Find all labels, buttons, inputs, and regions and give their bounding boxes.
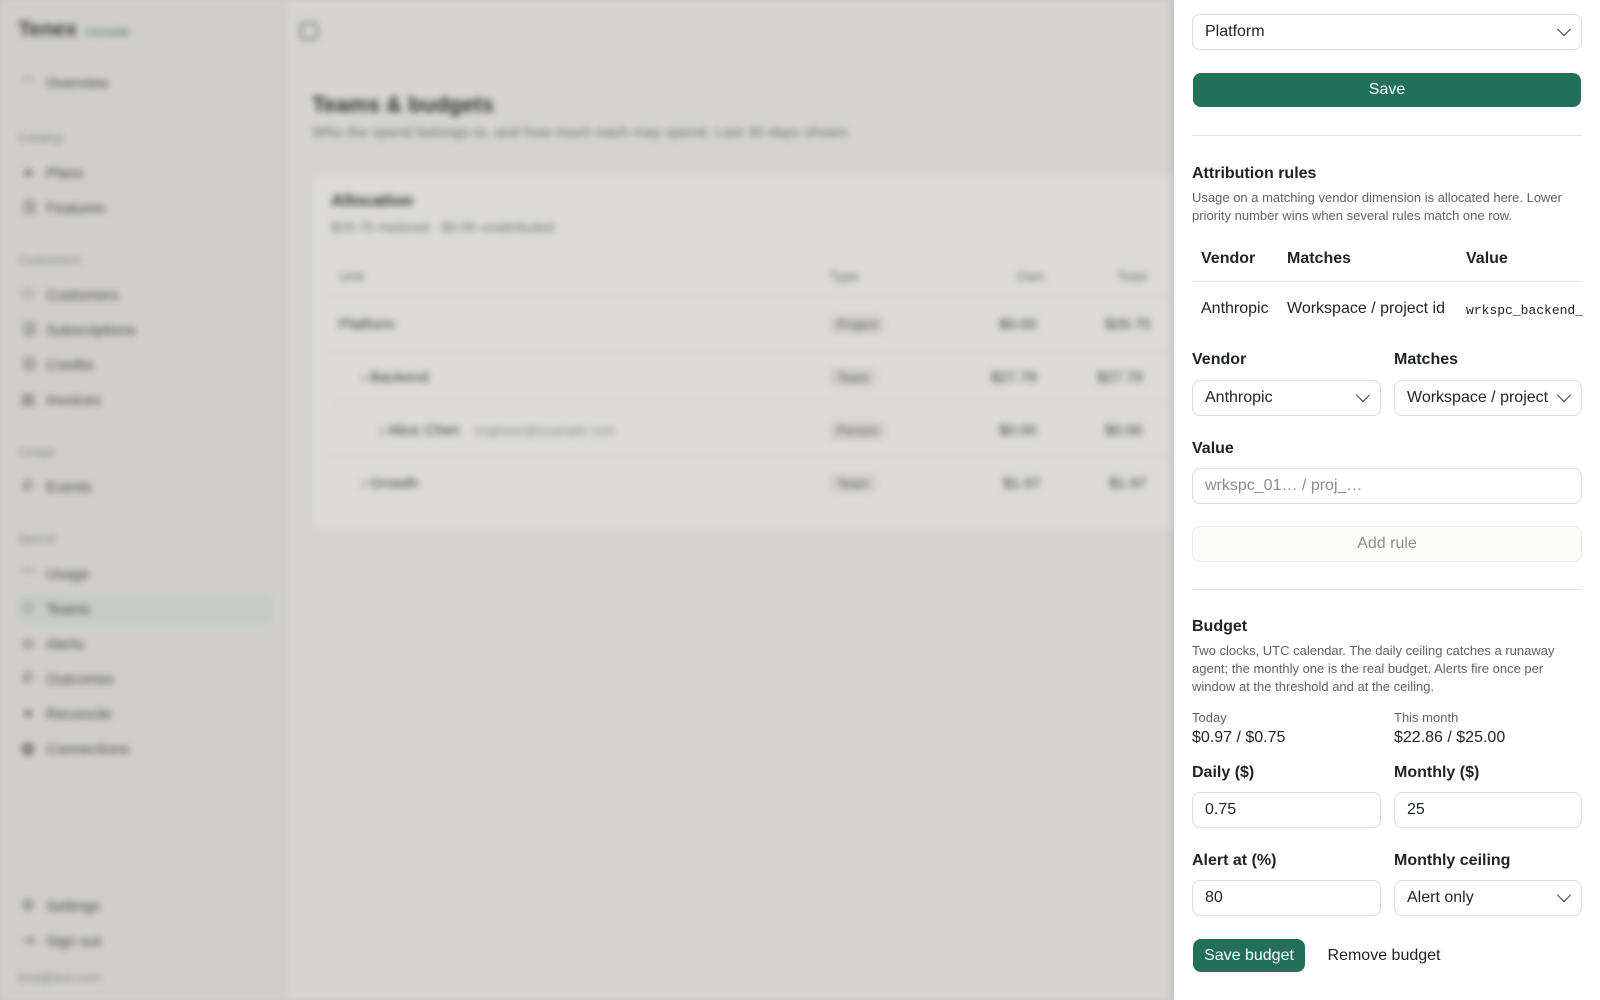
today-value: $0.97 / $0.75 (1192, 729, 1286, 746)
chevron-down-icon (1556, 888, 1572, 903)
rules-header-vendor: Vendor (1201, 250, 1256, 267)
rules-header-value: Value (1466, 250, 1508, 267)
matches-label: Matches (1394, 351, 1459, 368)
monthly-ceiling-value: Alert only (1407, 889, 1474, 906)
daily-label: Daily ($) (1192, 764, 1255, 781)
vendor-label: Vendor (1192, 351, 1247, 368)
monthly-label: Monthly ($) (1394, 764, 1480, 781)
parent-unit-select[interactable]: Platform (1192, 14, 1582, 50)
matches-select-value: Workspace / project id (1407, 389, 1551, 406)
rules-header-divider (1192, 281, 1582, 282)
monthly-ceiling-label: Monthly ceiling (1394, 852, 1511, 869)
today-label: Today (1192, 710, 1227, 725)
monthly-budget-input[interactable] (1394, 792, 1582, 828)
rule-value: wrkspc_backend_ (1466, 303, 1584, 318)
daily-budget-input[interactable] (1192, 792, 1381, 828)
attribution-title: Attribution rules (1192, 165, 1317, 182)
parent-unit-value: Platform (1205, 23, 1265, 40)
alert-threshold-label: Alert at (%) (1192, 852, 1277, 869)
rule-matches: Workspace / project id (1287, 300, 1445, 317)
month-value: $22.86 / $25.00 (1394, 729, 1506, 746)
chevron-down-icon (1355, 388, 1371, 403)
rule-vendor: Anthropic (1201, 300, 1269, 317)
alert-threshold-input[interactable] (1192, 880, 1381, 916)
rule-value-input[interactable] (1192, 468, 1582, 504)
budget-description: Two clocks, UTC calendar. The daily ceil… (1192, 643, 1555, 694)
value-label: Value (1192, 440, 1234, 457)
chevron-down-icon (1556, 22, 1572, 37)
matches-select[interactable]: Workspace / project id (1394, 380, 1582, 416)
month-label: This month (1394, 710, 1459, 725)
remove-budget-button[interactable]: Remove budget (1320, 939, 1448, 972)
rules-header-matches: Matches (1287, 250, 1352, 267)
save-button[interactable]: Save (1193, 73, 1581, 107)
vendor-select[interactable]: Anthropic (1192, 380, 1381, 416)
team-settings-drawer: Platform Save Attribution rules Usage on… (1174, 0, 1600, 1000)
budget-title: Budget (1192, 618, 1248, 635)
save-budget-button[interactable]: Save budget (1193, 939, 1305, 972)
section-divider (1192, 589, 1582, 590)
chevron-down-icon (1556, 388, 1572, 403)
add-rule-button[interactable]: Add rule (1192, 526, 1582, 562)
attribution-description: Usage on a matching vendor dimension is … (1192, 190, 1562, 223)
section-divider (1192, 135, 1582, 136)
vendor-select-value: Anthropic (1205, 389, 1273, 406)
monthly-ceiling-select[interactable]: Alert only (1394, 880, 1582, 916)
